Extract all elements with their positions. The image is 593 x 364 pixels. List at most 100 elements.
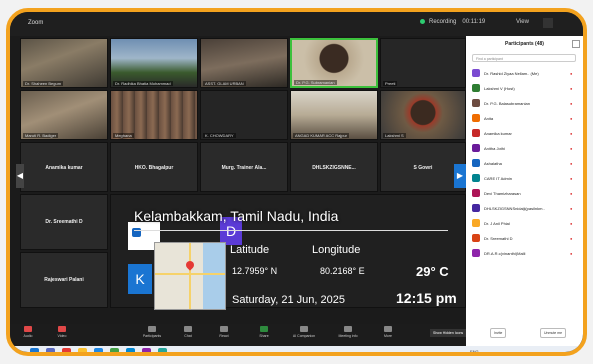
app-icon[interactable] <box>46 348 55 352</box>
participant-search-input[interactable]: Find a participant <box>472 54 576 62</box>
mic-muted-icon[interactable]: ● <box>570 176 572 181</box>
invite-button[interactable]: Invite <box>490 328 507 338</box>
chat-button[interactable]: Chat <box>176 326 200 338</box>
active-speaker-tile[interactable]: Dr. P.G. Subramanian <box>290 38 378 88</box>
mic-muted-icon[interactable]: ● <box>570 191 572 196</box>
latitude-label: Latitude <box>230 244 270 256</box>
video-tile[interactable]: Dr. Sreemathi D <box>20 194 108 250</box>
video-button[interactable]: Video <box>50 326 74 338</box>
participant-row[interactable]: Dr. J Anil Phial ● <box>466 216 583 231</box>
more-button[interactable]: More <box>376 326 400 338</box>
location-pin-icon <box>184 259 196 271</box>
video-tile[interactable]: Murg. Trainer Ala... <box>200 142 288 192</box>
participant-name: Dr. P.G. Subramanian <box>294 80 337 85</box>
app-icon[interactable] <box>62 348 71 352</box>
avatar <box>472 114 480 122</box>
video-tile[interactable]: ASST. GLAM URBAN <box>200 38 288 88</box>
system-tray-language[interactable]: ENG <box>470 349 479 352</box>
zoom-app-icon[interactable] <box>126 348 135 352</box>
participant-row[interactable]: Anamika kumar ● <box>466 126 583 141</box>
app-icon[interactable] <box>158 348 167 352</box>
temperature: 29° C <box>416 264 449 279</box>
next-page-icon[interactable]: ▶ <box>454 164 466 188</box>
panel-footer: Invite Unmute me <box>466 326 583 342</box>
participant-name: ANGAD KUMAR ACC Rajpur <box>293 133 350 138</box>
audio-button[interactable]: Audio <box>16 326 40 338</box>
mic-muted-icon[interactable]: ● <box>570 71 572 76</box>
view-button[interactable]: View <box>516 19 529 25</box>
meeting-info-button[interactable]: Meeting info <box>336 326 360 338</box>
video-tile[interactable]: Preeti <box>380 38 466 88</box>
react-button[interactable]: React <box>212 326 236 338</box>
participant-row[interactable]: Devi Thamizharasan ● <box>466 186 583 201</box>
participant-name: Meghana <box>113 133 134 138</box>
pop-out-icon[interactable] <box>572 40 580 48</box>
avatar <box>472 219 480 227</box>
video-tile[interactable]: Anamika kumar <box>20 142 108 192</box>
participant-row[interactable]: Anita ● <box>466 111 583 126</box>
participant-row[interactable]: Dr. Rashid Ziyaa Nellam.. (Me) ● <box>466 66 583 81</box>
participant-row-name: CARE IT Admin <box>484 176 512 181</box>
location-title: Kelambakkam, Tamil Nadu, India <box>134 208 339 224</box>
start-icon[interactable] <box>30 348 39 352</box>
video-tile[interactable]: K. CHOWDARY <box>200 90 288 140</box>
video-tile[interactable]: ANGAD KUMAR ACC Rajpur <box>290 90 378 140</box>
participant-row[interactable]: Dr. P.G. Balasubramanian ● <box>466 96 583 111</box>
mic-muted-icon[interactable]: ● <box>570 116 572 121</box>
ai-companion-button[interactable]: AI Companion <box>292 326 316 338</box>
video-label: Video <box>57 334 67 338</box>
video-tile[interactable]: Maruti R. Badiger <box>20 90 108 140</box>
folder-icon[interactable] <box>78 348 87 352</box>
participant-row-name: Dr. Rashid Ziyaa Nellam.. (Me) <box>484 71 539 76</box>
participant-row[interactable]: Ashalatha ● <box>466 156 583 171</box>
video-feed <box>111 91 197 139</box>
mic-muted-icon[interactable]: ● <box>570 236 572 241</box>
share-button[interactable]: Share <box>252 326 276 338</box>
meeting-info-label: Meeting info <box>338 334 358 338</box>
video-tile[interactable]: DHLSKZIGSNNE... <box>290 142 378 192</box>
map-road <box>189 243 191 309</box>
participant-row-name: Lakshmi V (Host) <box>484 86 515 91</box>
mic-muted-icon[interactable]: ● <box>570 146 572 151</box>
unmute-me-button[interactable]: Unmute me <box>540 328 567 338</box>
participant-name: Dr. Radhika Bhatia Mohammad <box>113 81 173 86</box>
window-title: Zoom <box>28 20 44 26</box>
recording-indicator[interactable]: Recording 00:11:19 <box>420 19 485 25</box>
mic-muted-icon[interactable]: ● <box>570 101 572 106</box>
participant-row[interactable]: Anitha Jothi ● <box>466 141 583 156</box>
mic-muted-icon[interactable]: ● <box>570 206 572 211</box>
app-icon[interactable] <box>142 348 151 352</box>
participant-row[interactable]: DR.A.R.c(vinanthi)Malli ● <box>466 246 583 261</box>
mic-muted-icon[interactable]: ● <box>570 251 572 256</box>
time: 12:15 pm <box>396 290 457 306</box>
more-label: More <box>384 334 392 338</box>
video-tile[interactable]: Dr. Radhika Bhatia Mohammad <box>110 38 198 88</box>
video-tile[interactable]: Dr. Shaheen Begum <box>20 38 108 88</box>
video-feed <box>111 39 197 87</box>
previous-page-icon[interactable]: ◀ <box>16 164 24 188</box>
participant-row-name: Ashalatha <box>484 161 502 166</box>
location-stamp-overlay: Kelambakkam, Tamil Nadu, India Latitude … <box>120 208 476 324</box>
participants-button[interactable]: Participants <box>140 326 164 338</box>
video-tile[interactable]: HKO. Bhagalpur <box>110 142 198 192</box>
app-icon[interactable] <box>110 348 119 352</box>
camera-off-icon <box>58 326 66 332</box>
participant-row-name: Anitha Jothi <box>484 146 505 151</box>
video-tile[interactable]: Meghana <box>110 90 198 140</box>
video-tile[interactable]: Rajeswari Palani <box>20 252 108 308</box>
participant-row[interactable]: Dr. Sreemathi D ● <box>466 231 583 246</box>
participant-row-name: Anamika kumar <box>484 131 512 136</box>
participant-row[interactable]: CARE IT Admin ● <box>466 171 583 186</box>
mic-muted-icon[interactable]: ● <box>570 161 572 166</box>
mic-muted-icon[interactable]: ● <box>570 221 572 226</box>
mic-muted-icon[interactable]: ● <box>570 86 572 91</box>
participant-row[interactable]: DHLSKZIGSNNSnidaiji(pasilnkm.. ● <box>466 201 583 216</box>
video-tile[interactable]: Lakshmi S <box>380 90 466 140</box>
window-control-icon[interactable] <box>543 18 553 28</box>
participant-row-name: Dr. Sreemathi D <box>484 236 513 241</box>
browser-icon[interactable] <box>94 348 103 352</box>
participant-row-name: DR.A.R.c(vinanthi)Malli <box>484 251 526 256</box>
participant-list: Dr. Rashid Ziyaa Nellam.. (Me) ● Lakshmi … <box>466 66 583 261</box>
mic-muted-icon[interactable]: ● <box>570 131 572 136</box>
participant-row[interactable]: Lakshmi V (Host) ● <box>466 81 583 96</box>
